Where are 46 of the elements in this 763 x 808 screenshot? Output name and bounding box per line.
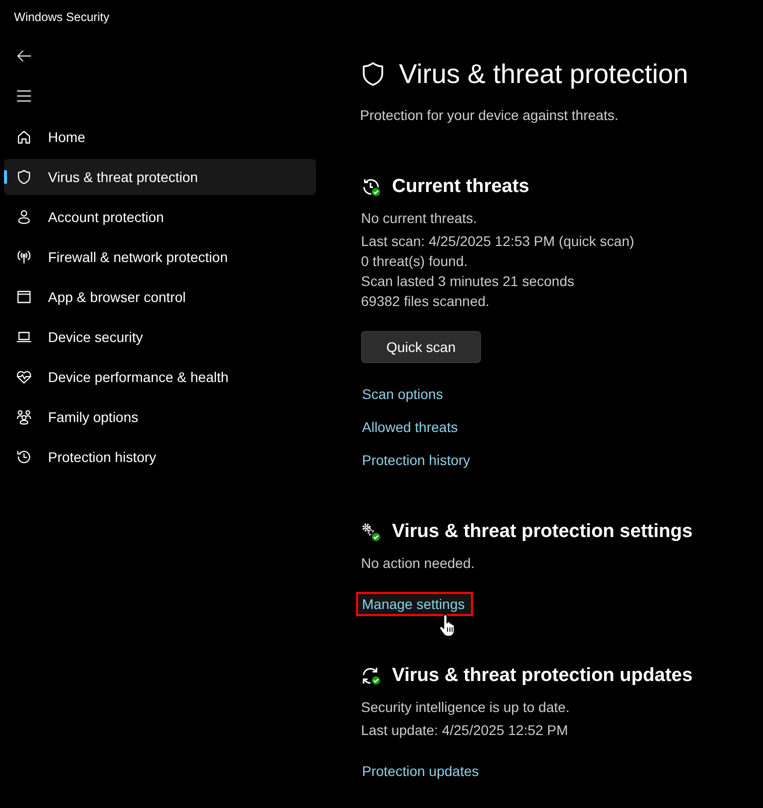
browser-window-icon [16,289,32,305]
detail-text: Last update: 4/25/2025 12:52 PM [361,721,570,740]
section-heading: Virus & threat protection settings [392,520,693,544]
status-text: No action needed. [360,554,476,573]
heart-pulse-icon [16,369,32,385]
page-title: Virus & threat protection [399,58,688,91]
detail-text: 69382 files scanned. [361,292,490,311]
nav-item[interactable]: App & browser control [4,279,316,315]
family-icon [16,409,32,425]
nav-item[interactable]: Virus & threat protection [4,159,316,195]
hand-cursor-icon [438,614,456,637]
menu-icon [16,90,32,102]
person-icon [16,209,32,225]
gears-check-icon [361,522,381,542]
nav-item[interactable]: Device security [4,319,316,355]
nav-item[interactable]: Family options [4,399,316,435]
status-text: No current threats. [360,209,478,228]
laptop-icon [16,329,32,345]
history-icon [16,449,32,465]
section-heading: Virus & threat protection updates [392,664,693,688]
page-subtitle: Protection for your device against threats. [360,106,620,125]
shield-icon [16,169,32,185]
detail-text: 0 threat(s) found. [361,252,469,271]
link[interactable]: Scan options [360,384,443,404]
link[interactable]: Allowed threats [360,417,458,437]
link[interactable]: Protection history [360,450,470,470]
antenna-icon [16,249,32,265]
nav-item[interactable]: Protection history [4,439,316,475]
detail-text: Last scan: 4/25/2025 12:53 PM (quick scan) [361,232,636,251]
section-heading: Current threats [392,175,530,199]
clock-check-icon [361,177,381,197]
window-title: Windows Security [14,10,110,24]
status-text: Security intelligence is up to date. [360,698,571,717]
quick-scan-button[interactable]: Quick scan [361,331,481,363]
shield-icon [361,62,385,86]
nav-item[interactable]: Device performance & health [4,359,316,395]
nav-item[interactable]: Firewall & network protection [4,239,316,275]
home-icon [16,129,32,145]
selection-indicator [4,170,7,184]
refresh-check-icon [361,666,381,686]
link[interactable]: Manage settings [356,592,473,616]
nav-item[interactable]: Account protection [4,199,316,235]
detail-text: Scan lasted 3 minutes 21 seconds [361,272,576,291]
back-arrow-icon [16,48,32,64]
nav-item[interactable]: Home [4,119,316,155]
link[interactable]: Protection updates [360,761,479,781]
